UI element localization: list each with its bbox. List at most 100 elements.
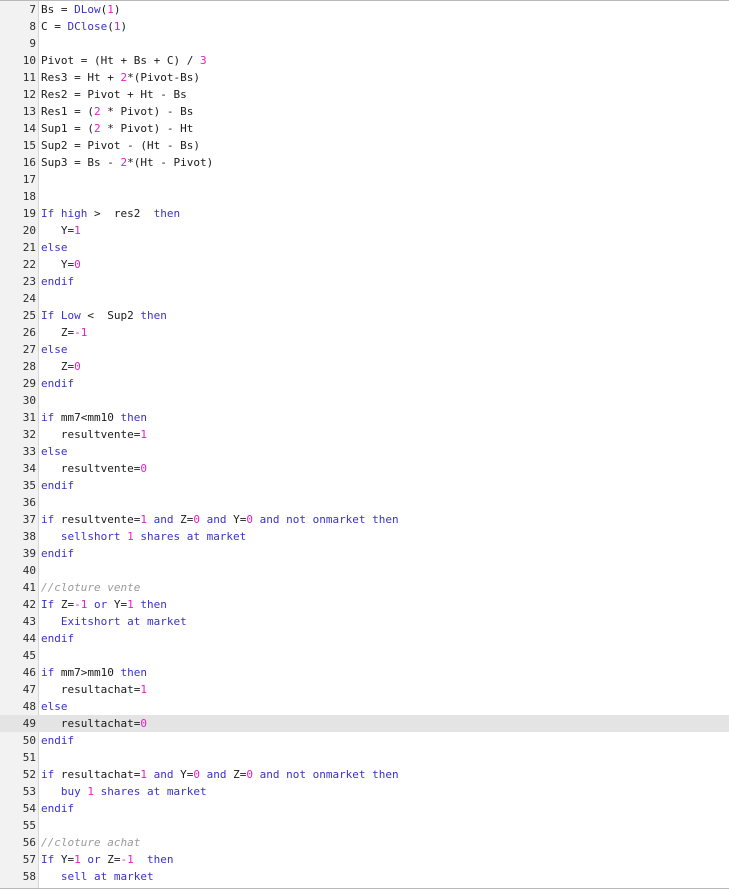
- code-text[interactable]: endif: [41, 375, 74, 392]
- code-text[interactable]: Z=0: [41, 358, 81, 375]
- code-text[interactable]: Z=-1: [41, 324, 88, 341]
- code-line[interactable]: 12 Res2 = Pivot + Ht - Bs: [0, 86, 729, 103]
- code-line[interactable]: 48 else: [0, 698, 729, 715]
- code-keyword: then: [153, 207, 181, 220]
- code-line[interactable]: 40: [0, 562, 729, 579]
- code-text[interactable]: if resultvente=1 and Z=0 and Y=0 and not…: [41, 511, 399, 528]
- code-line[interactable]: 35 endif: [0, 477, 729, 494]
- code-line[interactable]: 14 Sup1 = (2 * Pivot) - Ht: [0, 120, 729, 137]
- code-line[interactable]: 56 //cloture achat: [0, 834, 729, 851]
- code-text[interactable]: endif: [41, 800, 74, 817]
- code-line[interactable]: 25 If Low < Sup2 then: [0, 307, 729, 324]
- code-line[interactable]: 24: [0, 290, 729, 307]
- code-line[interactable]: 31 if mm7<mm10 then: [0, 409, 729, 426]
- code-text[interactable]: Res2 = Pivot + Ht - Bs: [41, 86, 187, 103]
- line-number: 37: [22, 513, 36, 526]
- code-line[interactable]: 18: [0, 188, 729, 205]
- code-text[interactable]: If high > res2 then: [41, 205, 180, 222]
- code-text[interactable]: sellshort 1 shares at market: [41, 528, 246, 545]
- code-line[interactable]: 58 sell at market: [0, 868, 729, 885]
- code-text[interactable]: Res3 = Ht + 2*(Pivot-Bs): [41, 69, 200, 86]
- code-line[interactable]: 37 if resultvente=1 and Z=0 and Y=0 and n…: [0, 511, 729, 528]
- code-text[interactable]: //cloture vente: [41, 579, 140, 596]
- code-text[interactable]: resultvente=1: [41, 426, 147, 443]
- code-line[interactable]: 50 endif: [0, 732, 729, 749]
- code-text[interactable]: Sup2 = Pivot - (Ht - Bs): [41, 137, 200, 154]
- code-editor[interactable]: 7 Bs = DLow(1) 8 C = DClose(1) 9 10 Pivot = (H…: [0, 0, 729, 889]
- code-line[interactable]: 39 endif: [0, 545, 729, 562]
- code-text[interactable]: resultachat=1: [41, 681, 147, 698]
- code-line-current[interactable]: 49 resultachat=0: [0, 715, 729, 732]
- code-text[interactable]: If Z=-1 or Y=1 then: [41, 596, 167, 613]
- code-line[interactable]: 42 If Z=-1 or Y=1 then: [0, 596, 729, 613]
- line-number: 28: [22, 360, 36, 373]
- code-line[interactable]: 23 endif: [0, 273, 729, 290]
- code-line[interactable]: 36: [0, 494, 729, 511]
- code-line[interactable]: 11 Res3 = Ht + 2*(Pivot-Bs): [0, 69, 729, 86]
- code-lines[interactable]: 7 Bs = DLow(1) 8 C = DClose(1) 9 10 Pivot = (H…: [0, 1, 729, 885]
- code-line[interactable]: 53 buy 1 shares at market: [0, 783, 729, 800]
- code-line[interactable]: 22 Y=0: [0, 256, 729, 273]
- code-line[interactable]: 34 resultvente=0: [0, 460, 729, 477]
- code-text[interactable]: if mm7>mm10 then: [41, 664, 147, 681]
- code-text[interactable]: Sup1 = (2 * Pivot) - Ht: [41, 120, 193, 137]
- code-line[interactable]: 46 if mm7>mm10 then: [0, 664, 729, 681]
- code-line[interactable]: 9: [0, 35, 729, 52]
- code-text[interactable]: endif: [41, 630, 74, 647]
- code-line[interactable]: 43 Exitshort at market: [0, 613, 729, 630]
- code-line[interactable]: 19 If high > res2 then: [0, 205, 729, 222]
- code-line[interactable]: 51: [0, 749, 729, 766]
- code-line[interactable]: 13 Res1 = (2 * Pivot) - Bs: [0, 103, 729, 120]
- code-line[interactable]: 28 Z=0: [0, 358, 729, 375]
- code-text[interactable]: endif: [41, 477, 74, 494]
- code-text[interactable]: resultachat=0: [41, 715, 147, 732]
- code-text[interactable]: Res1 = (2 * Pivot) - Bs: [41, 103, 193, 120]
- code-line[interactable]: 54 endif: [0, 800, 729, 817]
- code-line[interactable]: 21 else: [0, 239, 729, 256]
- code-text[interactable]: else: [41, 698, 68, 715]
- code-text[interactable]: If Low < Sup2 then: [41, 307, 167, 324]
- code-text[interactable]: Y=1: [41, 222, 81, 239]
- code-text[interactable]: Pivot = (Ht + Bs + C) / 3: [41, 52, 207, 69]
- code-text[interactable]: endif: [41, 732, 74, 749]
- code-line[interactable]: 27 else: [0, 341, 729, 358]
- code-text[interactable]: Sup3 = Bs - 2*(Ht - Pivot): [41, 154, 213, 171]
- code-line[interactable]: 55: [0, 817, 729, 834]
- code-text[interactable]: if resultachat=1 and Y=0 and Z=0 and not…: [41, 766, 399, 783]
- code-line[interactable]: 47 resultachat=1: [0, 681, 729, 698]
- code-line[interactable]: 16 Sup3 = Bs - 2*(Ht - Pivot): [0, 154, 729, 171]
- code-line[interactable]: 41 //cloture vente: [0, 579, 729, 596]
- code-line[interactable]: 8 C = DClose(1): [0, 18, 729, 35]
- code-text[interactable]: buy 1 shares at market: [41, 783, 207, 800]
- code-text[interactable]: resultvente=0: [41, 460, 147, 477]
- code-line[interactable]: 29 endif: [0, 375, 729, 392]
- code-text[interactable]: sell at market: [41, 868, 154, 885]
- code-text[interactable]: //cloture achat: [41, 834, 140, 851]
- code-text[interactable]: if mm7<mm10 then: [41, 409, 147, 426]
- code-line[interactable]: 30: [0, 392, 729, 409]
- code-text[interactable]: endif: [41, 273, 74, 290]
- code-line[interactable]: 52 if resultachat=1 and Y=0 and Z=0 and n…: [0, 766, 729, 783]
- code-text[interactable]: Bs = DLow(1): [41, 1, 121, 18]
- code-line[interactable]: 17: [0, 171, 729, 188]
- code-line[interactable]: 15 Sup2 = Pivot - (Ht - Bs): [0, 137, 729, 154]
- code-line[interactable]: 20 Y=1: [0, 222, 729, 239]
- code-line[interactable]: 38 sellshort 1 shares at market: [0, 528, 729, 545]
- code-text[interactable]: C = DClose(1): [41, 18, 127, 35]
- code-text[interactable]: endif: [41, 545, 74, 562]
- code-text[interactable]: else: [41, 341, 68, 358]
- code-line[interactable]: 44 endif: [0, 630, 729, 647]
- code-line[interactable]: 45: [0, 647, 729, 664]
- code-line[interactable]: 33 else: [0, 443, 729, 460]
- code-text[interactable]: else: [41, 239, 68, 256]
- code-text[interactable]: If Y=1 or Z=-1 then: [41, 851, 174, 868]
- code-line[interactable]: 7 Bs = DLow(1): [0, 1, 729, 18]
- code-line[interactable]: 26 Z=-1: [0, 324, 729, 341]
- code-text[interactable]: Y=0: [41, 256, 81, 273]
- code-line[interactable]: 10 Pivot = (Ht + Bs + C) / 3: [0, 52, 729, 69]
- code-line[interactable]: 57 If Y=1 or Z=-1 then: [0, 851, 729, 868]
- code-text[interactable]: Exitshort at market: [41, 613, 187, 630]
- code-text[interactable]: else: [41, 443, 68, 460]
- code-line[interactable]: 32 resultvente=1: [0, 426, 729, 443]
